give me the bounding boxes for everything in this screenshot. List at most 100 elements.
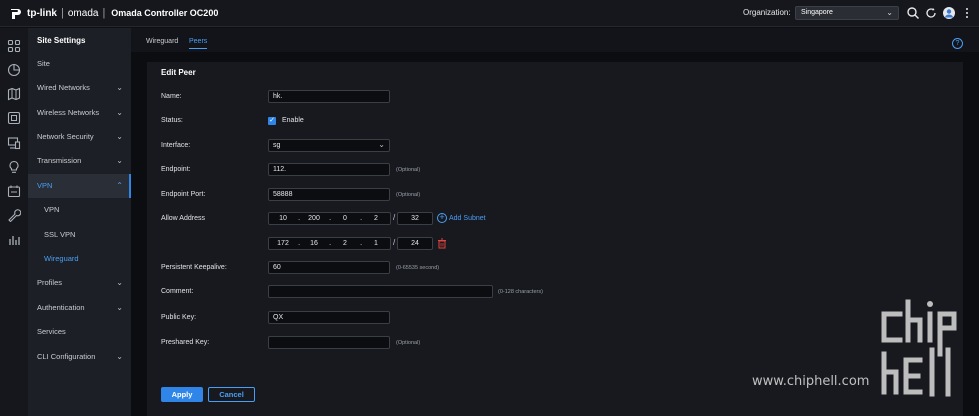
allow-address-1-octet-1[interactable]: 10	[269, 213, 297, 224]
tab-wireguard[interactable]: Wireguard	[146, 38, 178, 45]
organization-value: Singapore	[801, 9, 833, 16]
apply-button[interactable]: Apply	[161, 387, 203, 402]
brand-separator: |	[61, 7, 64, 19]
status-enable-label: Enable	[282, 117, 304, 124]
delete-icon[interactable]	[437, 238, 447, 249]
organization-select[interactable]: Singapore ⌄	[795, 6, 899, 20]
sidebar-item-label: VPN	[37, 181, 53, 190]
add-subnet-button[interactable]: + Add Subnet	[437, 213, 486, 223]
insights-icon[interactable]	[7, 160, 21, 174]
statistics-icon[interactable]	[7, 63, 21, 77]
sidebar-item-label: Services	[37, 327, 66, 336]
sidebar-subitem-ssl-vpn[interactable]: SSL VPN	[28, 223, 131, 247]
preshared-key-hint: (Optional)	[396, 340, 421, 346]
mask-separator: /	[393, 213, 396, 222]
sidebar-item-profiles[interactable]: Profiles ⌄	[28, 271, 131, 295]
sidebar-item-label: VPN	[44, 205, 60, 214]
help-icon[interactable]: ?	[952, 38, 963, 49]
tab-peers[interactable]: Peers	[189, 38, 208, 49]
interface-label: Interface:	[161, 142, 191, 149]
search-icon[interactable]	[906, 6, 920, 20]
sidebar-item-wireless-networks[interactable]: Wireless Networks ⌄	[28, 101, 131, 125]
chiphell-watermark-logo	[881, 299, 957, 397]
status-label: Status:	[161, 117, 183, 124]
allow-address-2-octet-4[interactable]: 1	[362, 238, 390, 249]
allow-address-2-octet-2[interactable]: 16	[300, 238, 328, 249]
sidebar-item-services[interactable]: Services	[28, 320, 131, 344]
log-icon[interactable]	[7, 184, 21, 198]
sidebar-item-site[interactable]: Site	[28, 52, 131, 76]
endpoint-label: Endpoint:	[161, 166, 191, 173]
brand-omada: omada	[67, 7, 99, 19]
comment-input[interactable]	[268, 285, 493, 298]
settings-sidebar: Site Settings Site Wired Networks ⌄ Wire…	[28, 28, 131, 416]
refresh-icon[interactable]	[924, 6, 938, 20]
avatar-icon[interactable]	[942, 6, 956, 20]
sidebar-subitem-wireguard[interactable]: Wireguard	[28, 247, 131, 271]
public-key-input[interactable]: QX	[268, 311, 390, 324]
allow-address-1-octet-4[interactable]: 2	[362, 213, 390, 224]
comment-label: Comment:	[161, 288, 194, 295]
chevron-down-icon: ⌄	[116, 156, 123, 165]
endpoint-port-label: Endpoint Port:	[161, 191, 206, 198]
sidebar-item-label: Authentication	[37, 303, 85, 312]
name-label: Name:	[161, 93, 182, 100]
allow-address-2-octet-3[interactable]: 2	[331, 238, 359, 249]
sidebar-item-wired-networks[interactable]: Wired Networks ⌄	[28, 76, 131, 100]
sidebar-title: Site Settings	[37, 36, 86, 45]
watermark-url: www.chiphell.com	[752, 374, 870, 389]
tp-link-logo-icon	[11, 9, 21, 19]
sidebar-item-network-security[interactable]: Network Security ⌄	[28, 125, 131, 149]
keepalive-label: Persistent Keepalive:	[161, 264, 227, 271]
name-input[interactable]: hk.	[268, 90, 390, 103]
interface-value: sg	[273, 142, 281, 149]
allow-address-2-mask[interactable]: 24	[397, 237, 433, 250]
sidebar-item-label: Wireguard	[44, 254, 79, 263]
sidebar-item-vpn[interactable]: VPN ⌃	[28, 174, 131, 198]
sidebar-item-label: Wired Networks	[37, 83, 90, 92]
status-enable-checkbox[interactable]: ✓	[268, 117, 276, 125]
interface-select[interactable]: sg ⌄	[268, 139, 390, 152]
allow-address-1-octet-3[interactable]: 0	[331, 213, 359, 224]
sidebar-item-label: Profiles	[37, 278, 63, 287]
mask-separator: /	[393, 238, 396, 247]
allow-address-2-octet-1[interactable]: 172	[269, 238, 297, 249]
dashboard-icon[interactable]	[7, 39, 21, 53]
brand-name: tp-link	[27, 7, 57, 19]
main-content: Wireguard Peers ? Edit Peer Name: hk. St…	[131, 28, 979, 416]
title-separator: |	[102, 7, 106, 19]
tab-bar: Wireguard Peers ?	[131, 28, 979, 52]
chevron-down-icon: ⌄	[116, 108, 123, 117]
endpoint-input[interactable]: 112.	[268, 163, 390, 176]
allow-address-1-mask[interactable]: 32	[397, 212, 433, 225]
endpoint-port-hint: (Optional)	[396, 192, 421, 198]
allow-address-1-octet-2[interactable]: 200	[300, 213, 328, 224]
tools-icon[interactable]	[7, 208, 21, 222]
sidebar-item-authentication[interactable]: Authentication ⌄	[28, 296, 131, 320]
clients-icon[interactable]	[7, 136, 21, 150]
cancel-button[interactable]: Cancel	[208, 387, 255, 402]
sidebar-item-label: Wireless Networks	[37, 108, 100, 117]
endpoint-hint: (Optional)	[396, 167, 421, 173]
sidebar-item-label: CLI Configuration	[37, 352, 96, 361]
sidebar-item-transmission[interactable]: Transmission ⌄	[28, 149, 131, 173]
public-key-label: Public Key:	[161, 314, 197, 321]
devices-icon[interactable]	[7, 111, 21, 125]
sidebar-item-label: Transmission	[37, 156, 82, 165]
chevron-down-icon: ⌄	[116, 278, 123, 287]
more-icon[interactable]	[960, 6, 974, 20]
chevron-down-icon: ⌄	[116, 352, 123, 361]
comment-hint: (0-128 characters)	[498, 289, 543, 295]
map-icon[interactable]	[7, 87, 21, 101]
top-bar: tp-link | omada | Omada Controller OC200…	[0, 0, 979, 27]
endpoint-port-input[interactable]: 58888	[268, 188, 390, 201]
sidebar-item-cli-configuration[interactable]: CLI Configuration ⌄	[28, 345, 131, 369]
preshared-key-input[interactable]	[268, 336, 390, 349]
keepalive-input[interactable]: 60	[268, 261, 390, 274]
reports-icon[interactable]	[7, 233, 21, 247]
panel-title: Edit Peer	[161, 68, 196, 77]
sidebar-item-label: SSL VPN	[44, 230, 76, 239]
sidebar-subitem-vpn[interactable]: VPN	[28, 198, 131, 222]
logo[interactable]: tp-link | omada | Omada Controller OC200	[9, 6, 218, 20]
chevron-up-icon: ⌃	[116, 181, 123, 190]
